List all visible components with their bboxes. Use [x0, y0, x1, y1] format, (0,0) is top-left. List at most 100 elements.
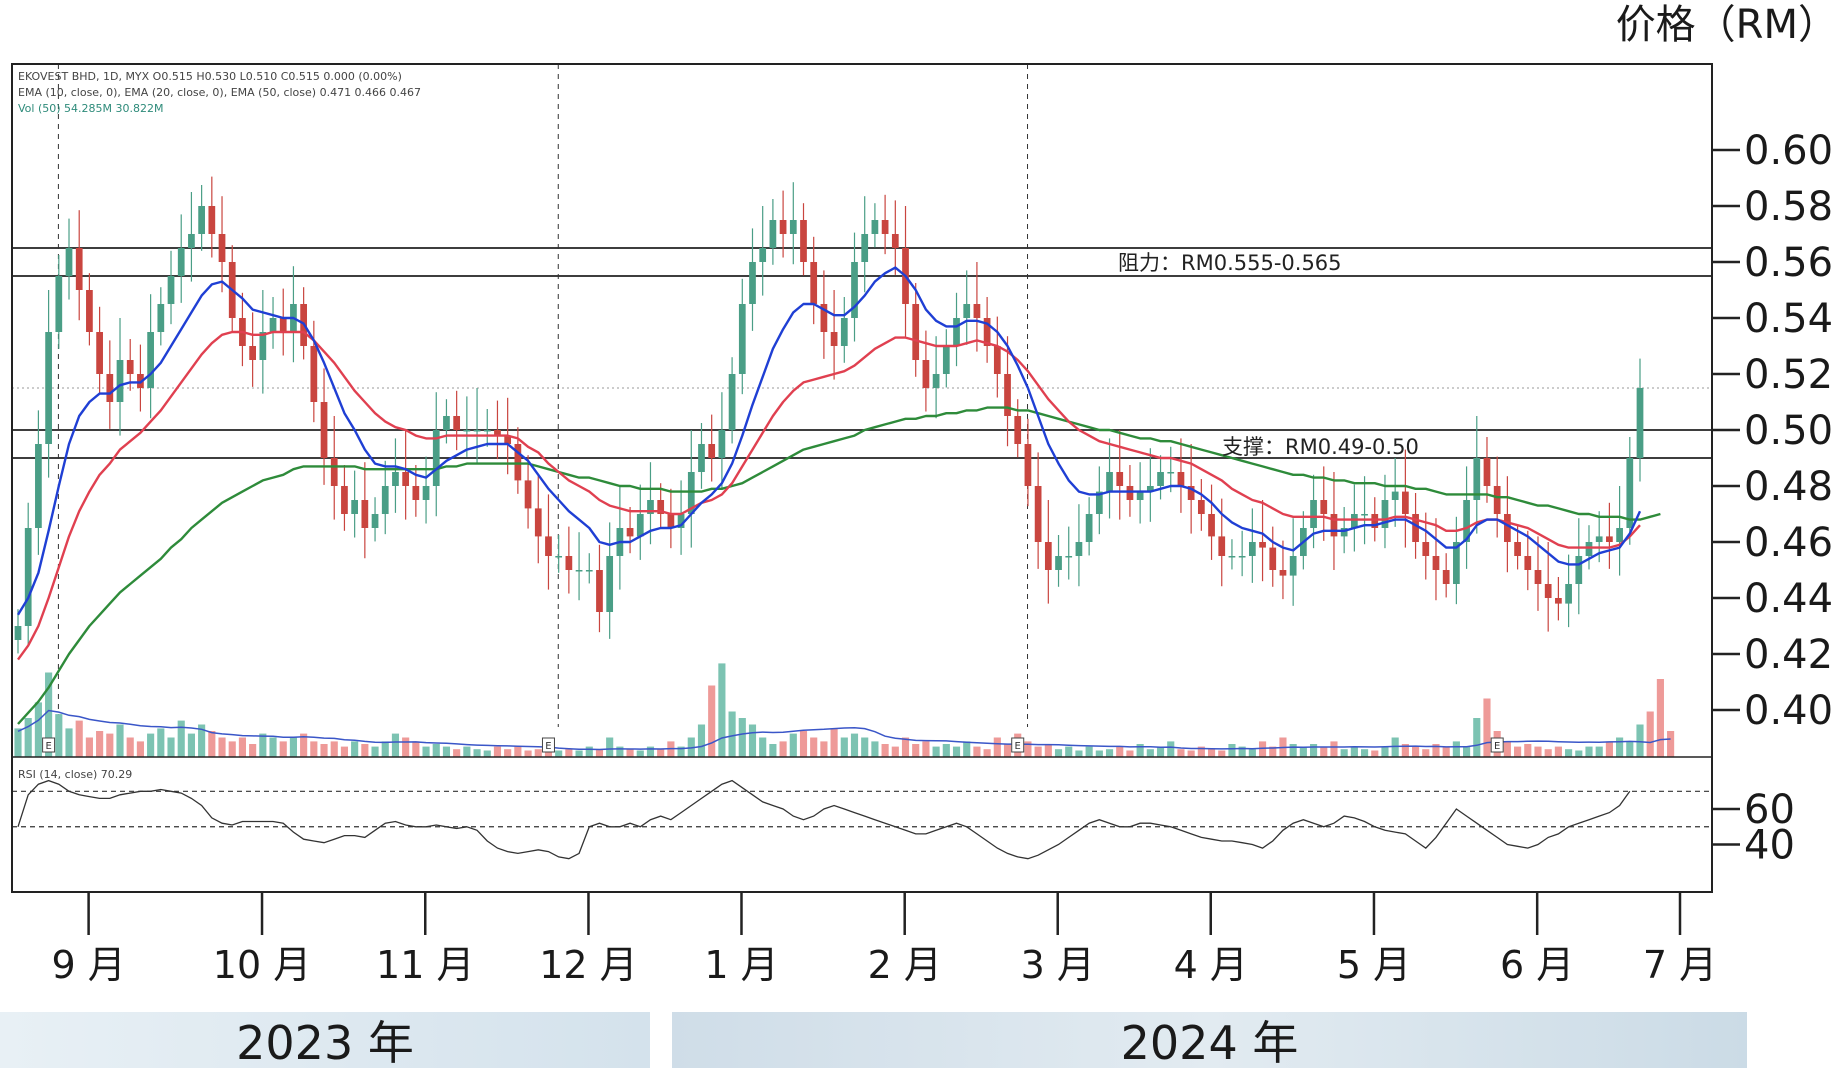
volume-bar — [1187, 750, 1195, 757]
volume-bar — [1146, 749, 1154, 757]
candle-body — [1361, 514, 1368, 516]
volume-bar — [136, 741, 144, 757]
candle-body — [208, 206, 216, 234]
candle-body — [167, 276, 175, 304]
candle-body — [1402, 491, 1409, 514]
volume-bar — [912, 744, 920, 757]
volume-bar — [504, 749, 512, 757]
candle-body — [942, 346, 950, 374]
candle-body — [1555, 598, 1562, 604]
volume-bar — [1289, 744, 1297, 757]
volume-bar — [432, 744, 440, 757]
candle-body — [96, 332, 103, 374]
candle-body — [1330, 514, 1338, 537]
earnings-marker: E — [1011, 737, 1025, 753]
candle-body — [483, 430, 491, 432]
volume-bar — [391, 733, 400, 757]
candle-body — [341, 486, 348, 514]
candle-body — [1391, 491, 1399, 500]
volume-bar — [871, 741, 879, 757]
month-label: 9 月 — [51, 943, 125, 987]
volume-bar — [1503, 741, 1511, 757]
candle-body — [718, 430, 726, 458]
volume-bar — [279, 741, 287, 757]
candle-body — [1595, 536, 1603, 542]
month-label: 3 月 — [1021, 943, 1095, 987]
volume-bar — [963, 741, 971, 757]
candle-body — [1259, 542, 1266, 548]
volume-bar — [1065, 746, 1073, 757]
volume-bar — [565, 749, 573, 757]
candle-body — [534, 508, 542, 537]
y-tick-label: 0.58 — [1744, 184, 1833, 230]
candle-body — [177, 248, 185, 276]
volume-bar — [901, 737, 910, 757]
volume-bar — [524, 750, 532, 757]
volume-bar — [942, 744, 950, 757]
volume-bar — [810, 737, 818, 757]
candle-body — [810, 262, 818, 304]
candle-body — [861, 234, 869, 262]
volume-bar — [473, 749, 481, 757]
candle-body — [1075, 542, 1083, 556]
volume-bar — [157, 728, 165, 757]
candle-body — [1024, 444, 1032, 486]
volume-bar — [1565, 749, 1573, 757]
month-label: 6 月 — [1500, 943, 1574, 987]
candle-body — [1136, 491, 1144, 500]
candle-body — [769, 220, 777, 248]
candle-body — [259, 332, 267, 360]
volume-bar — [371, 746, 379, 757]
candle-body — [1106, 472, 1113, 492]
volume-bar — [1412, 746, 1420, 757]
candle-body — [1228, 556, 1236, 558]
volume-bar — [228, 741, 236, 757]
month-label: 7 月 — [1643, 943, 1717, 987]
volume-bar — [1452, 741, 1460, 757]
volume-bar — [1330, 741, 1338, 757]
candle-body — [891, 234, 899, 248]
candle-body — [453, 416, 461, 430]
volume-bar — [249, 744, 257, 757]
candle-body — [1422, 542, 1430, 556]
candle-body — [1034, 486, 1042, 542]
volume-bar — [718, 663, 726, 757]
candle-body — [279, 318, 287, 332]
candle-body — [973, 304, 981, 318]
volume-bar — [636, 750, 644, 757]
volume-bar — [1207, 749, 1216, 757]
candle-body — [1248, 542, 1256, 556]
candle-body — [728, 374, 736, 430]
candle-body — [126, 360, 134, 374]
y-tick-label: 0.46 — [1744, 520, 1833, 566]
y-tick-label: 0.50 — [1744, 408, 1833, 454]
panel-info-line2: EMA (10, close, 0), EMA (20, close, 0), … — [18, 86, 421, 99]
candle-body — [106, 374, 114, 402]
volume-bar — [381, 741, 389, 757]
candle-body — [412, 486, 420, 500]
volume-bar — [1054, 749, 1063, 757]
candle-body — [1218, 536, 1226, 556]
volume-bar — [1116, 746, 1124, 757]
candle-body — [606, 556, 614, 612]
volume-bar — [1514, 746, 1522, 757]
volume-bar — [453, 749, 461, 757]
volume-bar — [75, 720, 83, 757]
candle-body — [1626, 458, 1634, 528]
volume-bar — [1656, 679, 1664, 757]
volume-bar — [351, 741, 359, 757]
candle-body — [789, 220, 797, 234]
volume-bar — [1585, 746, 1593, 757]
volume-bar — [514, 746, 522, 757]
candle-body — [524, 480, 532, 509]
volume-bar — [1544, 749, 1552, 757]
volume-bar — [412, 741, 420, 757]
volume-bar — [606, 737, 614, 757]
volume-bar — [1636, 724, 1644, 757]
candle-body — [779, 220, 787, 234]
volume-bar — [840, 737, 848, 757]
candle-body — [1044, 542, 1052, 570]
candle-body — [1575, 556, 1583, 584]
volume-bar — [340, 746, 349, 757]
volume-bar — [1085, 746, 1093, 757]
